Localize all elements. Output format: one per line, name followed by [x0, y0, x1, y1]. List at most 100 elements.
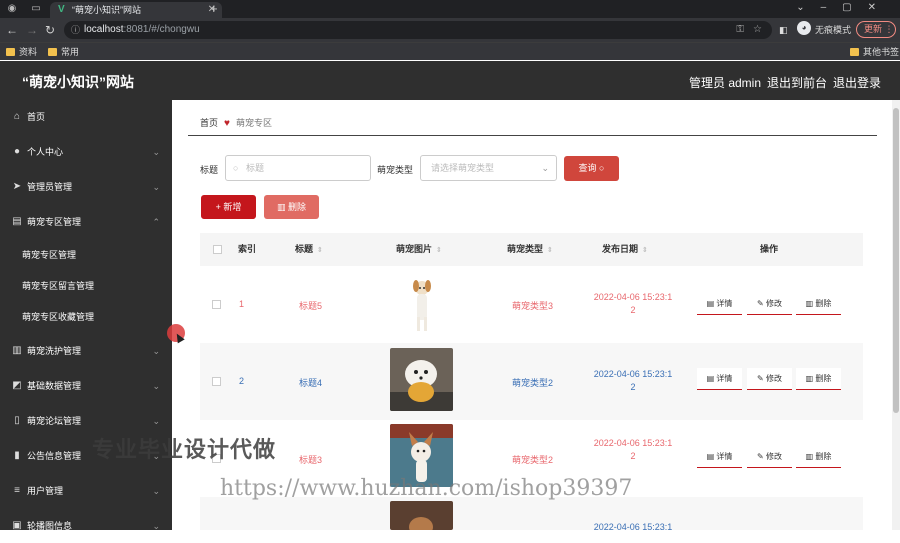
forum-icon: ▯	[14, 415, 20, 426]
new-tab-icon[interactable]: +	[210, 1, 218, 17]
row-checkbox[interactable]	[212, 377, 221, 386]
detail-button[interactable]: ▤ 详情	[697, 293, 742, 315]
table-row: 1 标题5 萌宠类型3 2022-04-06 15:23:1 2 ▤ 详情 ✎ 修…	[200, 266, 863, 343]
column-header-date[interactable]: 发布日期 ⇕	[602, 233, 648, 266]
dog-photo-icon	[390, 501, 453, 530]
column-header-actions: 操作	[760, 244, 779, 254]
sidebar-item-pet-care[interactable]: ▥ 萌宠洗护管理 ⌄	[0, 334, 172, 368]
other-bookmarks[interactable]: 其他书签	[850, 46, 899, 58]
chevron-down-icon: ⌄	[152, 182, 160, 192]
browser-tab[interactable]: V “萌宠小知识”网站 ✕	[50, 2, 222, 18]
row-index: 1	[239, 299, 245, 309]
query-button[interactable]: 查询 ○	[564, 156, 619, 181]
sidebar-item-base-data[interactable]: ◩ 基础数据管理 ⌄	[0, 369, 172, 403]
send-icon: ➤	[12, 181, 22, 192]
dog-photo-icon	[390, 273, 453, 336]
back-icon[interactable]: ←	[6, 23, 18, 37]
column-header-image[interactable]: 萌宠图片 ⇕	[396, 233, 442, 266]
sort-icon[interactable]: ⇕	[317, 247, 323, 254]
table-header: 索引 标题 ⇕ 萌宠图片 ⇕ 萌宠类型 ⇕ 发布日期 ⇕ 操作	[200, 233, 863, 266]
row-type: 萌宠类型2	[512, 455, 554, 465]
row-delete-button[interactable]: ▥ 删除	[796, 293, 841, 315]
sidebar-item-admins[interactable]: ➤ 管理员管理 ⌄	[0, 170, 172, 204]
browser-toolbar: ← → ↻ ⓘ localhost:8081/#/chongwu ⚿ ☆ ◧ ◕…	[0, 18, 900, 42]
sidebar-item-pet-zone[interactable]: ▤ 萌宠专区管理 ⌃	[0, 205, 172, 239]
site-info-icon[interactable]: ⓘ	[71, 21, 80, 39]
pet-type-select[interactable]: 请选择萌宠类型 ⌄	[420, 155, 557, 181]
sidebar-item-label: 个人中心	[27, 147, 64, 157]
forward-icon[interactable]: →	[26, 23, 38, 37]
sidebar-item-profile[interactable]: ● 个人中心 ⌄	[0, 135, 172, 169]
bookmark-folder-2[interactable]: 常用	[48, 46, 79, 58]
sidebar-item-carousel[interactable]: ▣ 轮播图信息 ⌄	[0, 509, 172, 543]
chevron-down-icon: ⌄	[152, 486, 160, 496]
bookmark-folder-1[interactable]: 资料	[6, 46, 37, 58]
column-header-type[interactable]: 萌宠类型 ⇕	[507, 233, 553, 266]
detail-button[interactable]: ▤ 详情	[697, 368, 742, 390]
tab-search-icon[interactable]: ▭	[30, 3, 42, 15]
sidebar-item-label: 萌宠论坛管理	[27, 416, 82, 426]
logout-link[interactable]: 退出登录	[833, 74, 881, 91]
title-search-placeholder: 标题	[246, 163, 265, 173]
sidebar-item-label: 首页	[27, 112, 46, 122]
sort-icon[interactable]: ⇕	[547, 247, 553, 254]
row-date: 2022-04-06 15:23:1 2	[583, 291, 683, 317]
detail-label: 详情	[716, 299, 733, 308]
column-header-label: 萌宠类型	[507, 244, 544, 254]
edit-button[interactable]: ✎ 修改	[747, 368, 792, 390]
row-checkbox[interactable]	[212, 300, 221, 309]
sidebar-subitem-pet-zone-favorites[interactable]: 萌宠专区收藏管理	[0, 302, 172, 332]
edit-label: 修改	[765, 452, 782, 461]
add-button[interactable]: + 新增	[201, 195, 256, 219]
vue-logo-icon: V	[58, 4, 65, 15]
row-type: 萌宠类型3	[512, 301, 554, 311]
row-date-line1: 2022-04-06 15:23:1	[593, 292, 673, 302]
reload-icon[interactable]: ↻	[45, 23, 55, 37]
row-date-line1: 2022-04-06 15:23:1	[593, 522, 673, 532]
row-delete-button[interactable]: ▥ 删除	[796, 446, 841, 468]
chevron-down-icon: ⌄	[152, 521, 160, 531]
edit-button[interactable]: ✎ 修改	[747, 293, 792, 315]
sidebar: ⌂ 首页 ● 个人中心 ⌄ ➤ 管理员管理 ⌄ ▤ 萌宠专区管理 ⌃ 萌宠专区管理 萌宠专区留…	[0, 100, 172, 531]
title-search-input[interactable]: ○ 标题	[225, 155, 371, 181]
sidebar-item-home[interactable]: ⌂ 首页	[0, 100, 172, 134]
batch-delete-button[interactable]: ▥ 删除	[264, 195, 319, 219]
image-icon: ▣	[12, 520, 22, 531]
chevron-down-icon: ⌄	[152, 346, 160, 356]
table-row: 2022-04-06 15:23:1	[200, 497, 863, 532]
pet-image	[390, 273, 453, 336]
back-to-front-link[interactable]: 退出到前台	[767, 74, 827, 91]
sidebar-item-users[interactable]: ≡ 用户管理 ⌄	[0, 474, 172, 508]
column-header-title[interactable]: 标题 ⇕	[295, 233, 323, 266]
sidebar-item-label: 基础数据管理	[27, 381, 82, 391]
sort-icon[interactable]: ⇕	[642, 247, 648, 254]
divider	[188, 135, 877, 136]
sidepanel-icon[interactable]: ◧	[779, 23, 788, 37]
bookmark-star-icon[interactable]: ☆	[753, 21, 762, 39]
page-scrollbar[interactable]	[892, 100, 900, 530]
window-controls[interactable]: ⌄–▢✕	[796, 2, 892, 13]
sidebar-item-label: 管理员管理	[27, 182, 73, 192]
breadcrumb-home[interactable]: 首页	[200, 118, 218, 128]
browser-menu-icon[interactable]: ◉	[6, 3, 18, 15]
sidebar-subitem-pet-zone-comments[interactable]: 萌宠专区留言管理	[0, 271, 172, 301]
address-bar[interactable]: ⓘ localhost:8081/#/chongwu ⚿ ☆	[64, 21, 772, 39]
key-icon[interactable]: ⚿	[736, 21, 744, 39]
row-title: 标题3	[299, 455, 323, 465]
scrollbar-thumb[interactable]	[893, 108, 899, 413]
plus-icon: +	[215, 202, 221, 212]
add-label: 新增	[223, 202, 242, 212]
user-icon: ●	[13, 146, 21, 157]
update-button[interactable]: 更新 ⋮	[856, 21, 896, 38]
detail-button[interactable]: ▤ 详情	[697, 446, 742, 468]
sort-icon[interactable]: ⇕	[436, 247, 442, 254]
edit-button[interactable]: ✎ 修改	[747, 446, 792, 468]
heart-icon: ♥	[224, 118, 230, 129]
pet-type-placeholder: 请选择萌宠类型	[431, 163, 495, 173]
select-all-checkbox[interactable]	[213, 245, 222, 254]
edit-icon: ✎	[757, 452, 764, 461]
column-header-label: 标题	[295, 244, 314, 254]
sidebar-subitem-pet-zone[interactable]: 萌宠专区管理	[0, 240, 172, 270]
update-label: 更新	[864, 24, 883, 34]
row-delete-button[interactable]: ▥ 删除	[796, 368, 841, 390]
